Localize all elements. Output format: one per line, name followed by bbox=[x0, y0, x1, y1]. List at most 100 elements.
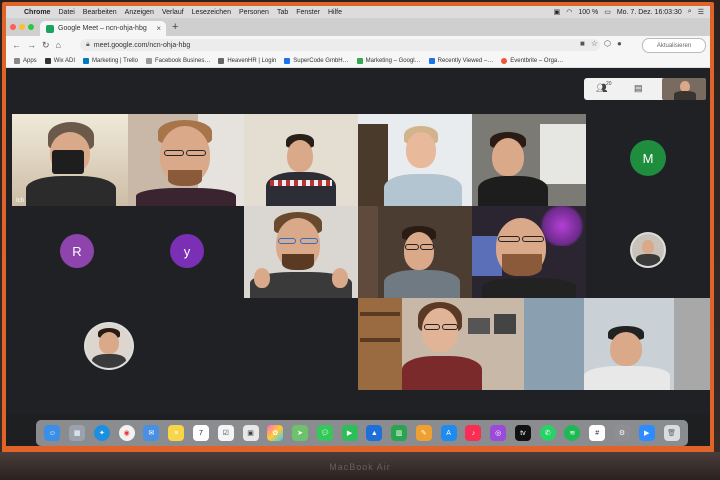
podcasts-icon[interactable]: ◎ bbox=[490, 425, 507, 441]
finder-icon[interactable]: ☺ bbox=[44, 425, 61, 441]
numbers-icon[interactable]: ▥ bbox=[391, 425, 408, 441]
video-tile[interactable] bbox=[472, 114, 586, 206]
new-tab-button[interactable]: + bbox=[172, 21, 178, 33]
control-center-icon[interactable]: ☰ bbox=[698, 8, 704, 16]
menu-datei[interactable]: Datei bbox=[54, 9, 78, 16]
chat-icon[interactable]: ▤ bbox=[634, 83, 643, 94]
bookmark-label: Apps bbox=[23, 57, 37, 64]
zoom-icon[interactable]: ▶ bbox=[638, 425, 655, 441]
video-tile-self[interactable]: Ich bbox=[12, 114, 130, 208]
facetime-icon[interactable]: ▶ bbox=[341, 425, 358, 441]
menu-verlauf[interactable]: Verlauf bbox=[158, 9, 188, 16]
back-icon[interactable]: ← bbox=[12, 40, 21, 51]
menu-tab[interactable]: Tab bbox=[273, 9, 292, 16]
notes-icon[interactable]: ≡ bbox=[168, 425, 185, 441]
menu-lesezeichen[interactable]: Lesezeichen bbox=[188, 9, 235, 16]
salesforce-icon bbox=[428, 57, 435, 64]
preview-icon[interactable]: ▣ bbox=[242, 425, 259, 441]
video-tile[interactable] bbox=[524, 298, 710, 390]
appstore-icon[interactable]: A bbox=[440, 425, 457, 441]
bookmark-facebook[interactable]: Facebook Busines… bbox=[145, 57, 210, 64]
clock[interactable]: Mo. 7. Dez. 16:03:30 bbox=[617, 9, 682, 16]
video-tile-empty bbox=[244, 298, 358, 390]
video-tile[interactable] bbox=[244, 114, 358, 206]
lock-icon[interactable]: 🔒︎ bbox=[86, 41, 90, 49]
bookmark-eventbrite[interactable]: Eventbrite – Orga… bbox=[501, 57, 563, 64]
safari-icon[interactable]: ✦ bbox=[93, 425, 110, 441]
bookmark-wix[interactable]: Wix ADI bbox=[44, 57, 76, 64]
update-button[interactable]: Aktualisieren bbox=[642, 38, 706, 53]
battery-icon[interactable]: ▭ bbox=[604, 8, 611, 16]
bookmark-recently-viewed[interactable]: Recently Viewed –… bbox=[428, 57, 493, 64]
tab-title: Google Meet – ncn-ohja-hbg bbox=[58, 25, 147, 32]
tv-icon[interactable]: tv bbox=[514, 425, 531, 441]
video-tile-avatar[interactable]: M bbox=[586, 114, 710, 206]
bookmark-apps[interactable]: Apps bbox=[14, 57, 37, 64]
video-tile-avatar[interactable] bbox=[12, 298, 244, 390]
zoom-window-button[interactable] bbox=[28, 24, 34, 30]
wifi-icon[interactable]: ◠ bbox=[566, 8, 572, 16]
whatsapp-icon[interactable]: ✆ bbox=[539, 425, 556, 441]
bookmark-trello[interactable]: Marketing | Trello bbox=[83, 57, 138, 64]
close-window-button[interactable] bbox=[10, 24, 16, 30]
video-tile-avatar[interactable]: y bbox=[128, 206, 244, 298]
photos-icon[interactable]: ✿ bbox=[267, 425, 284, 441]
video-tile[interactable] bbox=[128, 114, 244, 206]
menu-app-name[interactable]: Chrome bbox=[20, 9, 54, 16]
maps-icon[interactable]: ➤ bbox=[292, 425, 309, 441]
video-tile[interactable] bbox=[358, 206, 472, 298]
music-icon[interactable]: ♪ bbox=[465, 425, 482, 441]
menu-personen[interactable]: Personen bbox=[235, 9, 273, 16]
calendar-icon[interactable]: 7 bbox=[192, 425, 209, 441]
home-icon[interactable]: ⌂ bbox=[56, 40, 61, 51]
video-tile[interactable] bbox=[358, 114, 472, 206]
tab-bar: Google Meet – ncn-ohja-hbg × + bbox=[6, 18, 710, 36]
video-tile-avatar[interactable]: R bbox=[12, 206, 128, 298]
menu-anzeigen[interactable]: Anzeigen bbox=[121, 9, 158, 16]
close-tab-icon[interactable]: × bbox=[156, 24, 161, 33]
star-icon[interactable]: ☆ bbox=[591, 39, 598, 48]
keynote-icon[interactable]: ▲ bbox=[366, 425, 383, 441]
tab-google-meet[interactable]: Google Meet – ncn-ohja-hbg × bbox=[40, 21, 166, 36]
reload-icon[interactable]: ↻ bbox=[42, 40, 50, 51]
screen: Chrome Datei Bearbeiten Anzeigen Verlauf… bbox=[6, 6, 710, 446]
status-area: ▣ ◠ 100 % ▭ Mo. 7. Dez. 16:03:30 ⌕ ☰ bbox=[554, 8, 710, 16]
address-bar[interactable]: 🔒︎ meet.google.com/ncn-ohja-hbg bbox=[80, 39, 600, 51]
apps-grid-icon bbox=[14, 57, 20, 64]
bookmark-label: SuperCode GmbH… bbox=[293, 57, 349, 64]
video-tile-avatar[interactable] bbox=[586, 206, 710, 298]
reminders-icon[interactable]: ☑ bbox=[217, 425, 234, 441]
trash-icon[interactable]: 🗑︎ bbox=[663, 425, 680, 441]
menu-fenster[interactable]: Fenster bbox=[292, 9, 324, 16]
forward-icon[interactable]: → bbox=[27, 40, 36, 51]
battery-percent[interactable]: 100 % bbox=[578, 9, 598, 16]
search-icon[interactable]: ⌕ bbox=[688, 8, 692, 16]
self-name-label: Ich bbox=[16, 198, 25, 204]
minimize-window-button[interactable] bbox=[19, 24, 25, 30]
bookmark-supercode[interactable]: SuperCode GmbH… bbox=[284, 57, 349, 64]
bookmark-heavenhr[interactable]: HeavenHR | Login bbox=[218, 57, 276, 64]
extension-icon[interactable]: ⬡ bbox=[604, 39, 611, 48]
profile-icon[interactable]: ● bbox=[617, 39, 622, 48]
chrome-icon[interactable]: ◉ bbox=[118, 425, 135, 441]
participant-count: 20 bbox=[606, 81, 612, 87]
self-preview[interactable] bbox=[662, 78, 706, 100]
video-tile[interactable] bbox=[244, 206, 358, 298]
settings-icon[interactable]: ⚙ bbox=[613, 425, 630, 441]
video-tile[interactable] bbox=[472, 206, 586, 298]
facebook-icon bbox=[145, 57, 152, 64]
pages-icon[interactable]: ✎ bbox=[415, 425, 432, 441]
launchpad-icon[interactable]: ▦ bbox=[69, 425, 86, 441]
slack-icon[interactable]: # bbox=[589, 425, 606, 441]
bookmark-label: Marketing | Trello bbox=[92, 57, 138, 64]
menu-hilfe[interactable]: Hilfe bbox=[324, 9, 346, 16]
bookmark-label: Wix ADI bbox=[53, 57, 76, 64]
spotify-icon[interactable]: ≋ bbox=[564, 425, 581, 441]
mail-icon[interactable]: ✉ bbox=[143, 425, 160, 441]
camera-status-icon[interactable]: ▣ bbox=[554, 8, 561, 16]
video-tile[interactable] bbox=[358, 298, 524, 390]
messages-icon[interactable]: 💬︎ bbox=[316, 425, 333, 441]
menu-bearbeiten[interactable]: Bearbeiten bbox=[79, 9, 121, 16]
bookmark-google[interactable]: Marketing – Googl… bbox=[356, 57, 421, 64]
camera-permission-icon[interactable]: ■ bbox=[580, 39, 585, 48]
